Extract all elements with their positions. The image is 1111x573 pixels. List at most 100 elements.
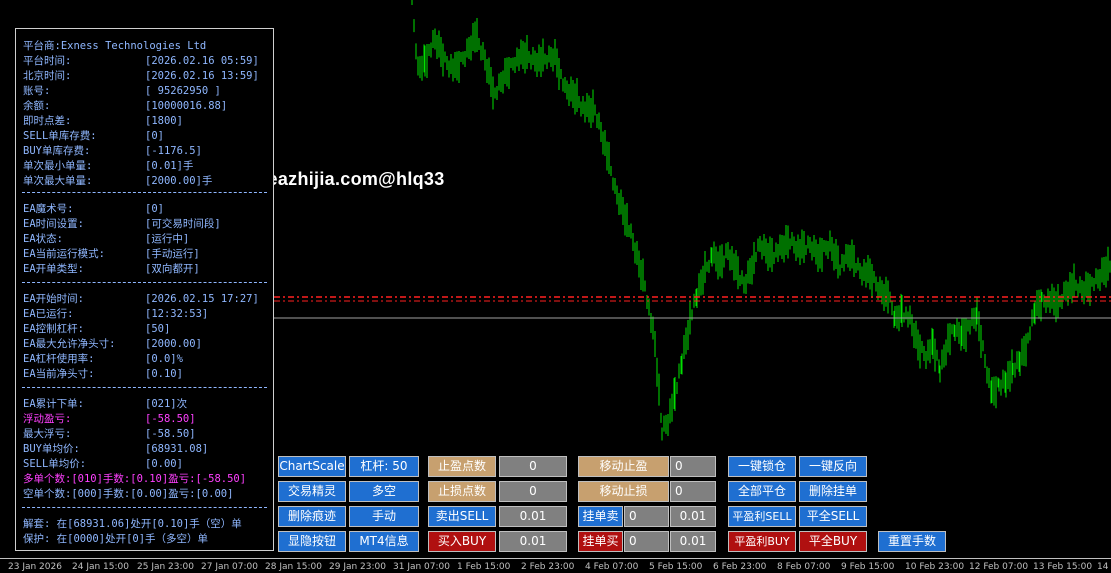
delete-pending-button[interactable]: 删除挂单 [799, 481, 867, 502]
info-value: [0] [145, 130, 164, 142]
stop-loss-points-input[interactable]: 0 [499, 481, 567, 502]
sell-lot-input[interactable]: 0.01 [499, 506, 567, 527]
trailing-stop-loss-label[interactable]: 移动止损 [578, 481, 669, 502]
info-label: 平台商:Exness Technologies Ltd [23, 40, 207, 52]
info-value: [2026.02.15 17:27] [145, 293, 259, 305]
panel-divider [22, 507, 267, 508]
close-profitable-buy-button[interactable]: 平盈利BUY [728, 531, 796, 552]
info-label: EA时间设置: [23, 218, 84, 230]
trade-wizard-button[interactable]: 交易精灵 [278, 481, 346, 502]
info-row: EA开单类型: [双向都开] [23, 262, 200, 276]
chartscale-button[interactable]: ChartScale [278, 456, 346, 477]
buy-lot-input[interactable]: 0.01 [499, 531, 567, 552]
reset-lots-button[interactable]: 重置手数 [878, 531, 946, 552]
trailing-stop-loss-input[interactable]: 0 [670, 481, 716, 502]
info-value: [手动运行] [145, 248, 200, 260]
info-row: 空单个数:[000]手数:[0.00]盈亏:[0.00] [23, 487, 233, 501]
info-row: 单次最小单量: [0.01]手 [23, 159, 193, 173]
pending-buy-lot-input[interactable]: 0.01 [670, 531, 716, 552]
info-row: EA状态: [运行中] [23, 232, 189, 246]
info-value: [12:32:53] [145, 308, 209, 320]
leverage-button[interactable]: 杠杆: 50 [349, 456, 419, 477]
info-value: [双向都开] [145, 263, 200, 275]
info-label: EA控制杠杆: [23, 323, 84, 335]
info-value: [0.01]手 [145, 160, 194, 172]
pending-buy-price-input[interactable]: 0 [624, 531, 669, 552]
time-axis-tick: 27 Jan 07:00 [201, 562, 258, 572]
info-row: EA时间设置: [可交易时间段] [23, 217, 221, 231]
close-all-button[interactable]: 全部平仓 [728, 481, 796, 502]
info-value: [0] [145, 203, 164, 215]
info-value: [可交易时间段] [145, 218, 221, 230]
info-label: 保护: 在[0000]处开[0]手（多空）单 [23, 533, 209, 545]
info-row: BUY单库存费: [-1176.5] [23, 144, 202, 158]
trailing-take-profit-label[interactable]: 移动止盈 [578, 456, 669, 477]
sell-button[interactable]: 卖出SELL [428, 506, 496, 527]
long-short-button[interactable]: 多空 [349, 481, 419, 502]
panel-divider [22, 282, 267, 283]
info-label: 平台时间: [23, 55, 72, 67]
manual-mode-button[interactable]: 手动 [349, 506, 419, 527]
time-axis-tick: 6 Feb 23:00 [713, 562, 767, 572]
info-value: [2000.00] [145, 338, 202, 350]
pending-buy-button[interactable]: 挂单买 [578, 531, 623, 552]
show-hide-buttons-button[interactable]: 显隐按钮 [278, 531, 346, 552]
info-row: 多单个数:[010]手数:[0.10]盈亏:[-58.50] [23, 472, 246, 486]
info-value: [0.00] [145, 458, 183, 470]
info-value: [68931.08] [145, 443, 209, 455]
info-label: EA杠杆使用率: [23, 353, 95, 365]
info-label: 多单个数:[010]手数:[0.10]盈亏:[-58.50] [23, 473, 247, 485]
pending-sell-price-input[interactable]: 0 [624, 506, 669, 527]
info-row: EA当前运行模式: [手动运行] [23, 247, 200, 261]
info-label: EA状态: [23, 233, 63, 245]
info-label: SELL单均价: [23, 458, 87, 470]
time-axis-tick: 4 Feb 07:00 [585, 562, 639, 572]
close-all-buy-button[interactable]: 平全BUY [799, 531, 867, 552]
info-label: BUY单均价: [23, 443, 80, 455]
info-row: 最大浮亏: [-58.50] [23, 427, 196, 441]
info-value: [2000.00]手 [145, 175, 213, 187]
buy-button[interactable]: 买入BUY [428, 531, 496, 552]
time-axis-tick: 12 Feb 07:00 [969, 562, 1029, 572]
take-profit-points-input[interactable]: 0 [499, 456, 567, 477]
trailing-take-profit-input[interactable]: 0 [670, 456, 716, 477]
mt4-info-button[interactable]: MT4信息 [349, 531, 419, 552]
info-value: [2026.02.16 05:59] [145, 55, 259, 67]
time-axis-tick: 2 Feb 23:00 [521, 562, 575, 572]
take-profit-points-label[interactable]: 止盈点数 [428, 456, 496, 477]
info-label: 空单个数:[000]手数:[0.00]盈亏:[0.00] [23, 488, 234, 500]
info-value: [运行中] [145, 233, 190, 245]
reverse-button[interactable]: 一键反向 [799, 456, 867, 477]
info-row: SELL单库存费: [0] [23, 129, 164, 143]
pending-sell-button[interactable]: 挂单卖 [578, 506, 623, 527]
info-value: [021]次 [145, 398, 188, 410]
time-axis-tick: 13 Feb 15:00 [1033, 562, 1093, 572]
info-label: EA最大允许净头寸: [23, 338, 116, 350]
stop-loss-points-label[interactable]: 止损点数 [428, 481, 496, 502]
time-axis-tick: 24 Jan 15:00 [72, 562, 129, 572]
lock-button[interactable]: 一键锁仓 [728, 456, 796, 477]
info-label: SELL单库存费: [23, 130, 97, 142]
info-label: EA当前运行模式: [23, 248, 105, 260]
time-axis-tick: 25 Jan 23:00 [137, 562, 194, 572]
info-label: 北京时间: [23, 70, 72, 82]
time-axis-tick: 29 Jan 23:00 [329, 562, 386, 572]
close-all-sell-button[interactable]: 平全SELL [799, 506, 867, 527]
info-label: 单次最小单量: [23, 160, 93, 172]
info-label: 即时点差: [23, 115, 72, 127]
info-row: 解套: 在[68931.06]处开[0.10]手（空）单 [23, 517, 242, 531]
info-row: 保护: 在[0000]处开[0]手（多空）单 [23, 532, 208, 546]
time-axis-tick: 9 Feb 15:00 [841, 562, 895, 572]
info-row: 平台时间: [2026.02.16 05:59] [23, 54, 259, 68]
time-axis-line [0, 558, 1111, 559]
info-label: EA当前净头寸: [23, 368, 95, 380]
info-row: EA累计下单: [021]次 [23, 397, 187, 411]
delete-traces-button[interactable]: 删除痕迹 [278, 506, 346, 527]
info-row: 即时点差: [1800] [23, 114, 183, 128]
info-value: [50] [145, 323, 171, 335]
info-row: 北京时间: [2026.02.16 13:59] [23, 69, 259, 83]
close-profitable-sell-button[interactable]: 平盈利SELL [728, 506, 796, 527]
pending-sell-lot-input[interactable]: 0.01 [670, 506, 716, 527]
info-row: BUY单均价: [68931.08] [23, 442, 208, 456]
info-value: [0.0]% [145, 353, 183, 365]
